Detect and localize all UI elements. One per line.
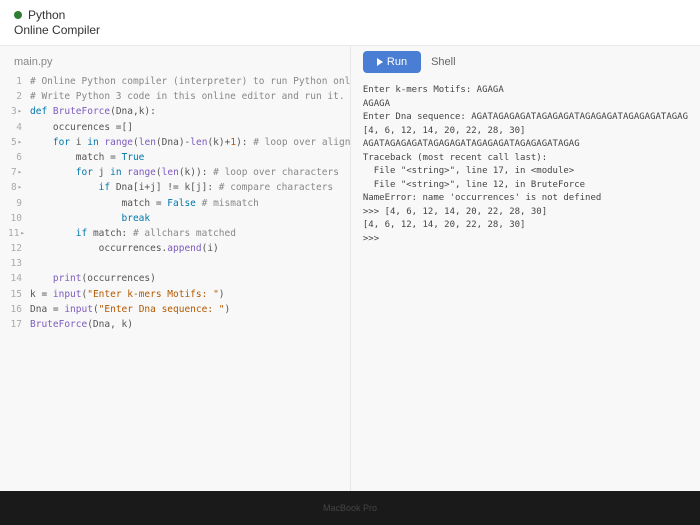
logo-icon <box>14 11 22 19</box>
line-number: 4 <box>8 120 30 135</box>
code-content[interactable]: # Online Python compiler (interpreter) t… <box>30 74 350 89</box>
line-number: 15 <box>8 287 30 302</box>
shell-output[interactable]: Enter k-mers Motifs: AGAGA AGAGA Enter D… <box>351 78 700 252</box>
code-content[interactable]: occurences =[] <box>30 120 133 135</box>
code-content[interactable]: if Dna[i+j] != k[j]: # compare character… <box>30 180 333 195</box>
code-line[interactable]: 4 occurences =[] <box>8 120 350 135</box>
device-bezel-label: MacBook Pro <box>0 491 700 525</box>
line-number: 10 <box>8 211 30 226</box>
header: Python Online Compiler <box>0 0 700 46</box>
editor-pane: main.py 1# Online Python compiler (inter… <box>0 46 350 525</box>
play-icon <box>377 58 383 66</box>
code-line[interactable]: 14 print(occurrences) <box>8 271 350 286</box>
code-content[interactable]: Dna = input("Enter Dna sequence: ") <box>30 302 230 317</box>
workspace: main.py 1# Online Python compiler (inter… <box>0 46 700 525</box>
shell-tab-label[interactable]: Shell <box>431 56 455 68</box>
line-number: 16 <box>8 302 30 317</box>
code-content[interactable]: if match: # allchars matched <box>30 226 236 241</box>
line-number: 8 <box>8 180 30 195</box>
line-number: 5 <box>8 135 30 150</box>
run-button[interactable]: Run <box>363 51 421 73</box>
line-number: 2 <box>8 89 30 104</box>
code-line[interactable]: 7 for j in range(len(k)): # loop over ch… <box>8 165 350 180</box>
line-number: 7 <box>8 165 30 180</box>
line-number: 12 <box>8 241 30 256</box>
code-line[interactable]: 5 for i in range(len(Dna)-len(k)+1): # l… <box>8 135 350 150</box>
line-number: 6 <box>8 150 30 165</box>
code-line[interactable]: 3def BruteForce(Dna,k): <box>8 104 350 119</box>
code-line[interactable]: 1# Online Python compiler (interpreter) … <box>8 74 350 89</box>
brand-subtitle: Online Compiler <box>14 23 686 37</box>
code-content[interactable]: print(occurrences) <box>30 271 156 286</box>
line-number: 3 <box>8 104 30 119</box>
code-line[interactable]: 2# Write Python 3 code in this online ed… <box>8 89 350 104</box>
code-line[interactable]: 13 <box>8 256 350 271</box>
code-content[interactable]: break <box>30 211 150 226</box>
code-line[interactable]: 10 break <box>8 211 350 226</box>
run-button-label: Run <box>387 56 407 68</box>
line-number: 11 <box>8 226 30 241</box>
filename-label: main.py <box>0 52 350 74</box>
code-content[interactable]: k = input("Enter k-mers Motifs: ") <box>30 287 225 302</box>
brand-title: Python <box>28 8 65 22</box>
code-content[interactable]: def BruteForce(Dna,k): <box>30 104 156 119</box>
code-content[interactable]: for i in range(len(Dna)-len(k)+1): # loo… <box>30 135 350 150</box>
code-line[interactable]: 9 match = False # mismatch <box>8 196 350 211</box>
code-content[interactable]: # Write Python 3 code in this online edi… <box>30 89 345 104</box>
code-content[interactable]: match = True <box>30 150 144 165</box>
code-line[interactable]: 11 if match: # allchars matched <box>8 226 350 241</box>
code-line[interactable]: 6 match = True <box>8 150 350 165</box>
code-line[interactable]: 16Dna = input("Enter Dna sequence: ") <box>8 302 350 317</box>
code-content[interactable]: match = False # mismatch <box>30 196 259 211</box>
line-number: 17 <box>8 317 30 332</box>
code-line[interactable]: 12 occurrences.append(i) <box>8 241 350 256</box>
code-line[interactable]: 15k = input("Enter k-mers Motifs: ") <box>8 287 350 302</box>
code-line[interactable]: 8 if Dna[i+j] != k[j]: # compare charact… <box>8 180 350 195</box>
line-number: 9 <box>8 196 30 211</box>
line-number: 1 <box>8 74 30 89</box>
code-content[interactable]: occurrences.append(i) <box>30 241 219 256</box>
code-content[interactable]: BruteForce(Dna, k) <box>30 317 133 332</box>
code-line[interactable]: 17BruteForce(Dna, k) <box>8 317 350 332</box>
line-number: 13 <box>8 256 30 271</box>
line-number: 14 <box>8 271 30 286</box>
code-editor[interactable]: 1# Online Python compiler (interpreter) … <box>0 74 350 332</box>
output-pane: Run Shell Enter k-mers Motifs: AGAGA AGA… <box>350 46 700 525</box>
code-content[interactable]: for j in range(len(k)): # loop over char… <box>30 165 339 180</box>
